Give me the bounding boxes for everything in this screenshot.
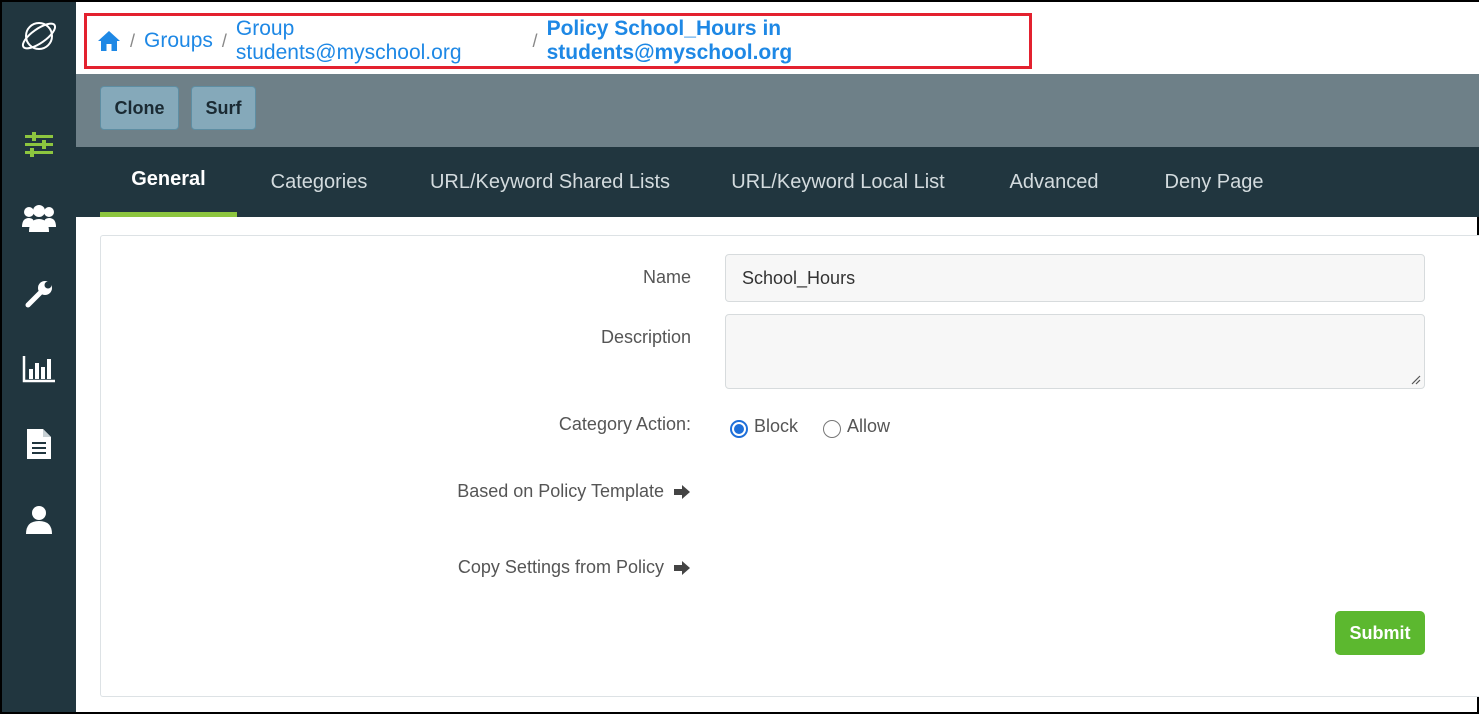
tab-categories[interactable]: Categories — [254, 147, 384, 217]
submit-button[interactable]: Submit — [1335, 611, 1425, 655]
tab-url-keyword-shared-lists[interactable]: URL/Keyword Shared Lists — [417, 147, 683, 217]
breadcrumb-separator: / — [532, 30, 538, 51]
breadcrumb: / Groups / Group students@myschool.org /… — [84, 13, 1032, 69]
tab-url-keyword-local-list[interactable]: URL/Keyword Local List — [718, 147, 958, 217]
arrow-right-icon — [674, 485, 690, 500]
radio-allow-button[interactable] — [823, 420, 841, 438]
breadcrumb-current: Policy School_Hours in students@myschool… — [546, 17, 793, 64]
surf-button[interactable]: Surf — [191, 86, 256, 130]
tab-bar: General Categories URL/Keyword Shared Li… — [76, 147, 1479, 217]
name-input[interactable]: School_Hours — [725, 254, 1425, 302]
radio-block-label: Block — [754, 415, 799, 436]
description-textarea[interactable] — [725, 314, 1425, 389]
copy-settings-label: Copy Settings from Policy — [457, 557, 664, 577]
radio-block-button[interactable] — [730, 420, 748, 438]
arrow-right-icon — [674, 561, 690, 576]
policy-template-label: Based on Policy Template — [457, 481, 664, 501]
home-icon[interactable] — [97, 30, 121, 52]
clone-button[interactable]: Clone — [100, 86, 179, 130]
breadcrumb-group[interactable]: Group students@myschool.org — [236, 17, 524, 65]
document-icon[interactable] — [19, 424, 59, 464]
sidebar — [2, 2, 76, 712]
breadcrumb-separator: / — [130, 30, 136, 51]
category-action-label: Category Action: — [558, 414, 691, 434]
user-icon[interactable] — [19, 500, 59, 540]
copy-settings-link[interactable]: Copy Settings from Policy — [458, 557, 691, 578]
general-form-panel: Name School_Hours Description Category A… — [100, 235, 1479, 697]
resize-handle-icon[interactable] — [1411, 375, 1421, 385]
bar-chart-icon[interactable] — [19, 349, 59, 389]
tab-advanced[interactable]: Advanced — [996, 147, 1112, 217]
radio-block[interactable]: Block — [730, 414, 798, 438]
breadcrumb-separator: / — [221, 30, 227, 51]
logo-icon[interactable] — [19, 16, 59, 56]
policy-template-link[interactable]: Based on Policy Template — [457, 481, 691, 502]
users-group-icon[interactable] — [19, 198, 59, 238]
description-label: Description — [600, 327, 691, 347]
breadcrumb-groups[interactable]: Groups — [144, 29, 213, 53]
policies-sliders-icon[interactable] — [19, 124, 59, 164]
wrench-icon[interactable] — [19, 274, 59, 314]
tab-deny-page[interactable]: Deny Page — [1150, 147, 1278, 217]
radio-allow-label: Allow — [847, 415, 891, 436]
breadcrumb-bar: / Groups / Group students@myschool.org /… — [76, 2, 1479, 74]
name-label: Name — [642, 267, 691, 287]
tab-general[interactable]: General — [100, 147, 237, 217]
toolbar: Clone Surf — [76, 74, 1479, 147]
radio-allow[interactable]: Allow — [823, 414, 890, 438]
